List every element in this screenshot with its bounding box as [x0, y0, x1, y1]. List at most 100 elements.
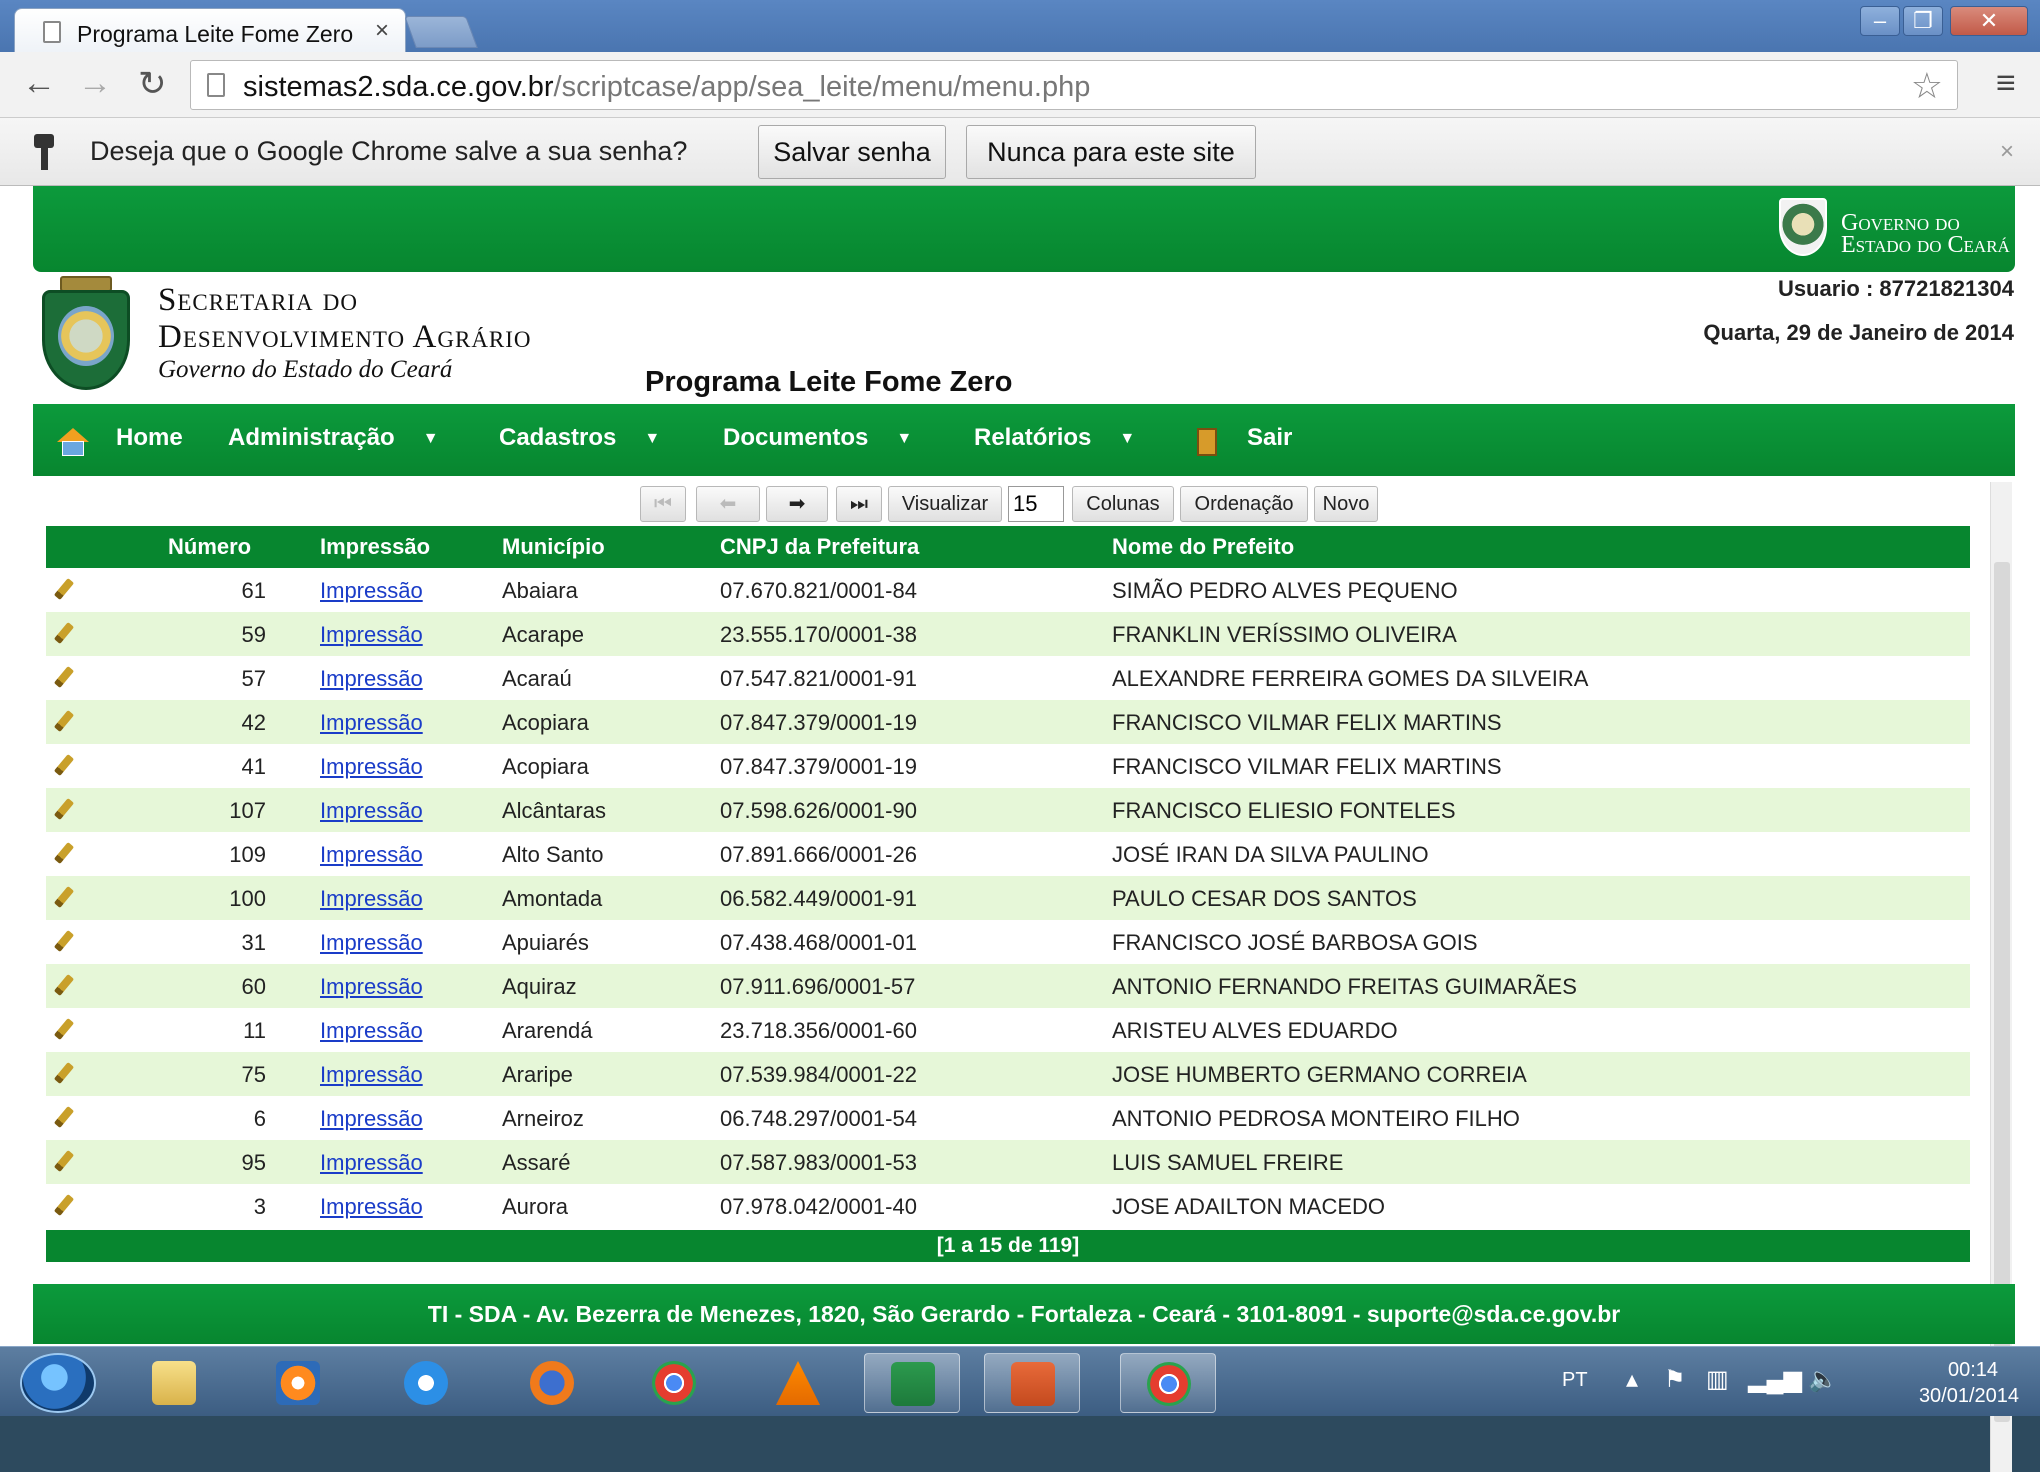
cell-numero: 61	[241, 578, 266, 603]
title-bar: Programa Leite Fome Zero × – ❐ ✕	[0, 0, 2040, 54]
browser-tab[interactable]: Programa Leite Fome Zero ×	[14, 8, 406, 54]
col-header-prefeito[interactable]: Nome do Prefeito	[1112, 534, 1294, 560]
last-page-button[interactable]: ⏭	[836, 486, 882, 522]
taskbar-excel[interactable]	[864, 1353, 960, 1413]
start-button[interactable]	[20, 1353, 96, 1413]
taskbar-powerpoint[interactable]	[984, 1353, 1080, 1413]
colunas-button[interactable]: Colunas	[1072, 486, 1174, 522]
clock-time[interactable]: 00:14	[1928, 1359, 2018, 1382]
impressao-link[interactable]: Impressão	[320, 842, 423, 868]
chrome-menu-icon[interactable]: ≡	[1996, 64, 2016, 103]
never-save-button[interactable]: Nunca para este site	[966, 125, 1256, 179]
page-size-input[interactable]: 15	[1008, 486, 1064, 522]
minimize-button[interactable]: –	[1860, 6, 1900, 36]
maximize-button[interactable]: ❐	[1903, 6, 1943, 36]
col-header-impressao[interactable]: Impressão	[320, 534, 430, 560]
table-row: 57 Impressão Acaraú 07.547.821/0001-91 ALEXA…	[46, 656, 1970, 700]
table-header: Número Impressão Município CNPJ da Prefe…	[46, 526, 1970, 568]
col-header-cnpj[interactable]: CNPJ da Prefeitura	[720, 534, 919, 560]
cell-numero: 75	[241, 1062, 266, 1087]
impressao-link[interactable]: Impressão	[320, 754, 423, 780]
address-bar[interactable]: sistemas2.sda.ce.gov.br/scriptcase/app/s…	[190, 60, 1958, 110]
menu-home[interactable]: Home	[116, 424, 183, 452]
taskbar-chrome[interactable]	[626, 1353, 722, 1413]
cell-municipio: Amontada	[502, 886, 603, 911]
edit-pencil-icon[interactable]	[53, 1194, 75, 1216]
save-password-button[interactable]: Salvar senha	[758, 125, 946, 179]
impressao-link[interactable]: Impressão	[320, 1106, 423, 1132]
edit-pencil-icon[interactable]	[53, 578, 75, 600]
menu-documentos[interactable]: Documentos ▼	[723, 424, 912, 452]
taskbar-explorer[interactable]	[126, 1353, 222, 1413]
taskbar-firefox[interactable]	[504, 1353, 600, 1413]
reload-icon[interactable]: ↻	[138, 64, 167, 104]
cell-cnpj: 07.438.468/0001-01	[720, 930, 917, 955]
edit-pencil-icon[interactable]	[53, 622, 75, 644]
taskbar-media-player[interactable]	[250, 1353, 346, 1413]
impressao-link[interactable]: Impressão	[320, 710, 423, 736]
edit-pencil-icon[interactable]	[53, 1106, 75, 1128]
tab-close-icon[interactable]: ×	[375, 17, 389, 45]
cell-cnpj: 07.587.983/0001-53	[720, 1150, 917, 1175]
menu-relatorios[interactable]: Relatórios ▼	[974, 424, 1135, 452]
edit-pencil-icon[interactable]	[53, 842, 75, 864]
menu-cadastros[interactable]: Cadastros ▼	[499, 424, 660, 452]
impressao-link[interactable]: Impressão	[320, 1150, 423, 1176]
col-header-numero[interactable]: Número	[168, 534, 251, 560]
novo-button[interactable]: Novo	[1314, 486, 1378, 522]
edit-pencil-icon[interactable]	[53, 974, 75, 996]
home-icon[interactable]	[57, 428, 89, 456]
power-icon[interactable]: ▥	[1706, 1365, 1729, 1394]
edit-pencil-icon[interactable]	[53, 666, 75, 688]
menu-sair[interactable]: Sair	[1247, 424, 1292, 452]
impressao-link[interactable]: Impressão	[320, 798, 423, 824]
exit-door-icon[interactable]	[1197, 428, 1217, 456]
impressao-link[interactable]: Impressão	[320, 930, 423, 956]
edit-pencil-icon[interactable]	[53, 710, 75, 732]
visualizar-button[interactable]: Visualizar	[888, 486, 1002, 522]
cell-numero: 100	[229, 886, 266, 911]
edit-pencil-icon[interactable]	[53, 886, 75, 908]
taskbar-chrome-active[interactable]	[1120, 1353, 1216, 1413]
edit-pencil-icon[interactable]	[53, 1150, 75, 1172]
col-header-municipio[interactable]: Município	[502, 534, 605, 560]
forward-icon[interactable]: →	[78, 64, 112, 103]
ordenacao-button[interactable]: Ordenação	[1180, 486, 1308, 522]
edit-pencil-icon[interactable]	[53, 930, 75, 952]
network-icon[interactable]: ▂▄▆	[1748, 1365, 1802, 1394]
next-page-button[interactable]: ➡	[766, 486, 828, 522]
clock-date[interactable]: 30/01/2014	[1914, 1385, 2024, 1408]
first-page-button[interactable]: ⏮	[640, 486, 686, 522]
infobar-close-icon[interactable]: ×	[2000, 138, 2014, 166]
impressao-link[interactable]: Impressão	[320, 622, 423, 648]
new-tab-button[interactable]	[404, 16, 478, 48]
bookmark-star-icon[interactable]: ☆	[1911, 65, 1943, 107]
cell-municipio: Acarape	[502, 622, 584, 647]
impressao-link[interactable]: Impressão	[320, 974, 423, 1000]
ie-icon	[404, 1361, 448, 1405]
edit-pencil-icon[interactable]	[53, 1062, 75, 1084]
menu-administracao[interactable]: Administração ▼	[228, 424, 439, 452]
previous-page-button[interactable]: ⬅	[696, 486, 760, 522]
flag-icon[interactable]: ⚑	[1664, 1365, 1686, 1394]
edit-pencil-icon[interactable]	[53, 1018, 75, 1040]
language-indicator[interactable]: PT	[1562, 1369, 1588, 1392]
back-icon[interactable]: ←	[22, 64, 56, 103]
volume-icon[interactable]: 🔈	[1808, 1365, 1838, 1394]
impressao-link[interactable]: Impressão	[320, 886, 423, 912]
impressao-link[interactable]: Impressão	[320, 666, 423, 692]
impressao-link[interactable]: Impressão	[320, 578, 423, 604]
impressao-link[interactable]: Impressão	[320, 1194, 423, 1220]
impressao-link[interactable]: Impressão	[320, 1018, 423, 1044]
taskbar-vlc[interactable]	[750, 1353, 846, 1413]
show-hidden-icons[interactable]: ▴	[1626, 1365, 1638, 1394]
impressao-link[interactable]: Impressão	[320, 1062, 423, 1088]
url-text[interactable]: sistemas2.sda.ce.gov.br/scriptcase/app/s…	[243, 71, 1090, 104]
cell-prefeito: JOSE HUMBERTO GERMANO CORREIA	[1112, 1062, 1527, 1087]
close-window-button[interactable]: ✕	[1950, 6, 2028, 36]
edit-pencil-icon[interactable]	[53, 754, 75, 776]
cell-prefeito: LUIS SAMUEL FREIRE	[1112, 1150, 1344, 1175]
cell-prefeito: FRANCISCO VILMAR FELIX MARTINS	[1112, 710, 1502, 735]
taskbar-internet-explorer[interactable]	[378, 1353, 474, 1413]
edit-pencil-icon[interactable]	[53, 798, 75, 820]
